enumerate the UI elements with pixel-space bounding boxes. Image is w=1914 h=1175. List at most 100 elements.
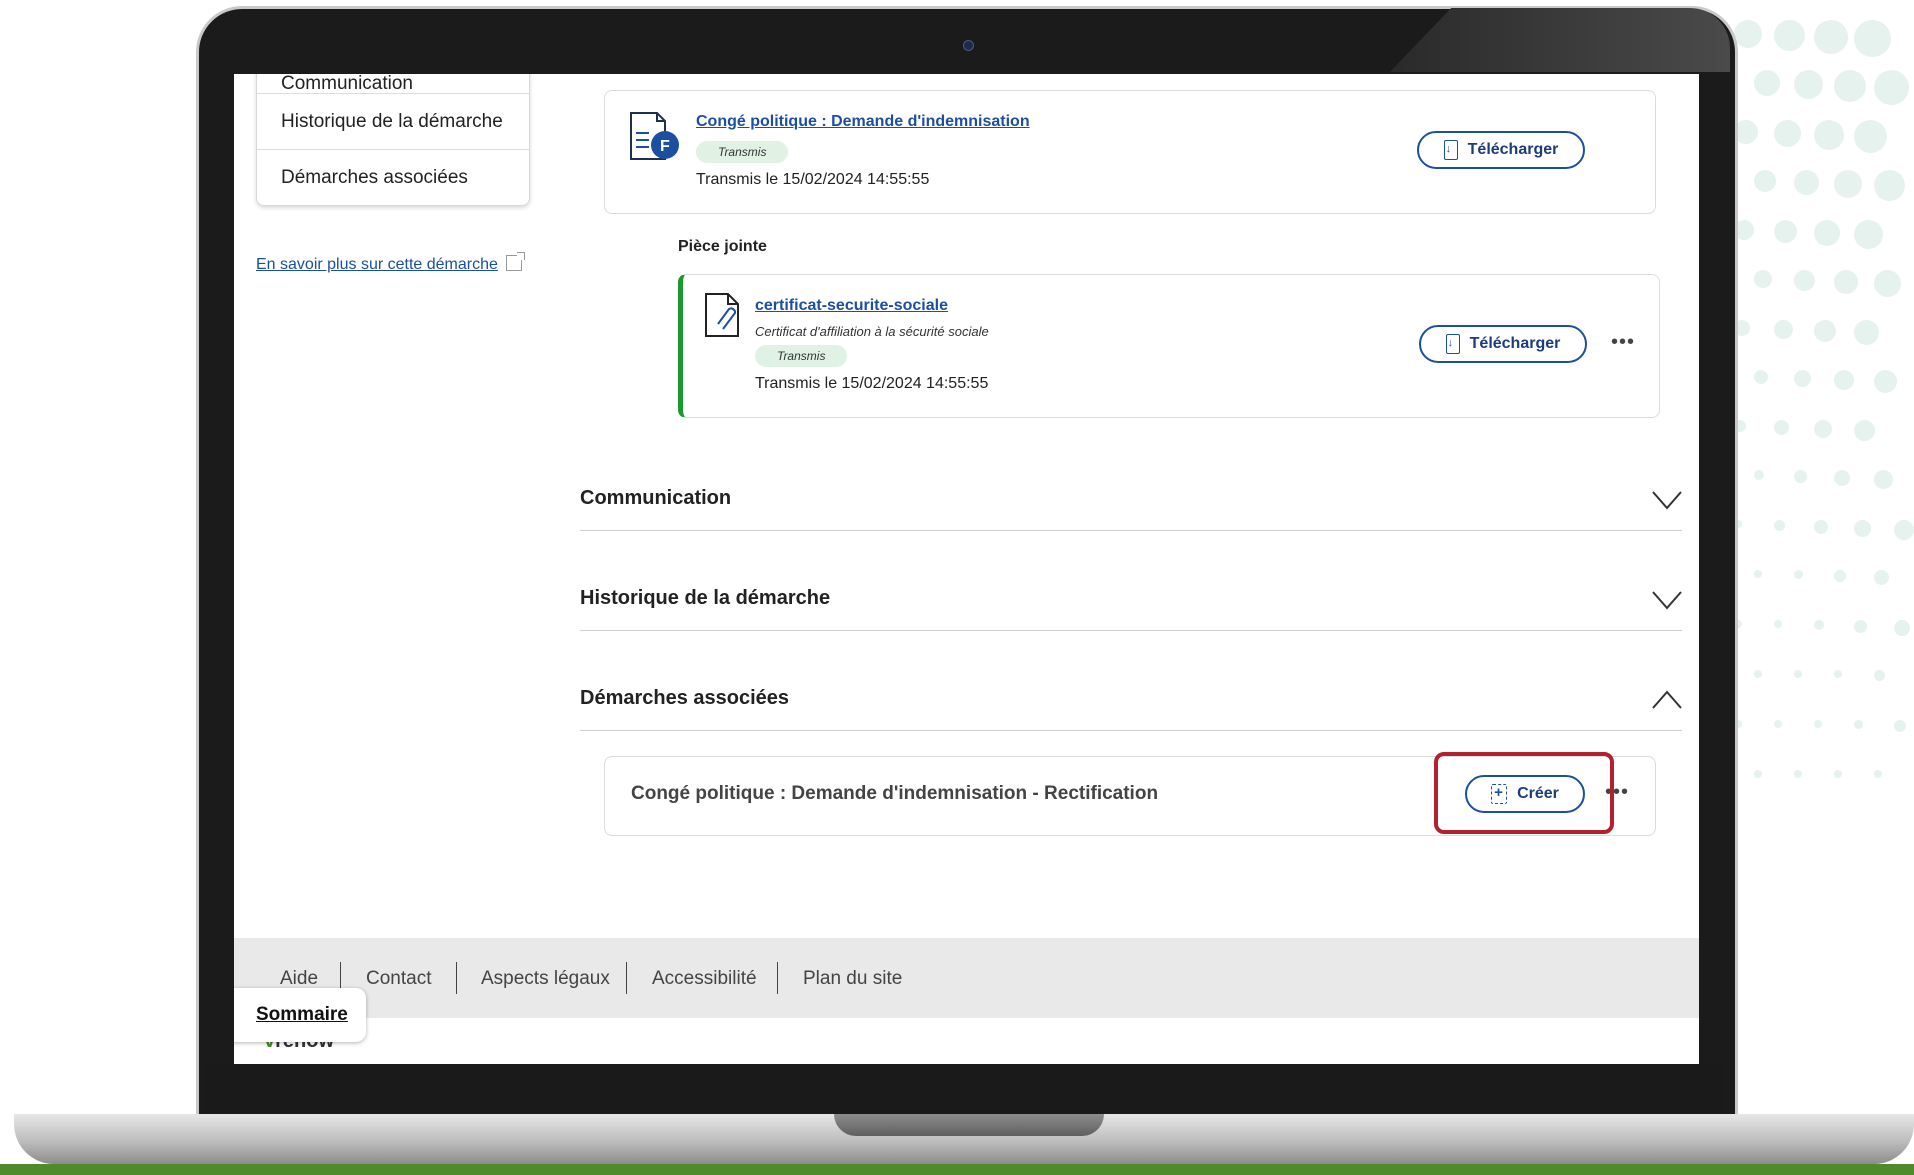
decorative-dot (1834, 670, 1842, 678)
decorative-dot (1814, 420, 1832, 438)
form-document-icon: F (630, 112, 679, 160)
decorative-dot (1774, 720, 1782, 728)
footer-link-contact[interactable]: Contact (366, 968, 431, 990)
decorative-dot (1774, 220, 1797, 243)
decorative-dot (1834, 470, 1850, 486)
decorative-dot (1814, 720, 1822, 728)
footer-link-accessibilite[interactable]: Accessibilité (652, 968, 757, 990)
footer-separator (777, 962, 778, 994)
accordion-demarches-associees[interactable]: Démarches associées (580, 630, 1682, 731)
attachment-more-menu-icon[interactable]: ••• (1611, 331, 1635, 354)
accordion-communication[interactable]: Communication (580, 430, 1682, 531)
sidenav-item-historique[interactable]: Historique de la démarche (257, 93, 529, 149)
chevron-down-icon (1652, 591, 1682, 610)
decorative-dot (1854, 620, 1867, 633)
decorative-dot (1854, 220, 1883, 249)
decorative-dot (1814, 120, 1844, 150)
decorative-dot (1754, 370, 1768, 384)
decorative-dot (1794, 670, 1802, 678)
decorative-dot (1794, 570, 1803, 579)
main-document-title[interactable]: Congé politique : Demande d'indemnisatio… (696, 113, 1030, 131)
decorative-dot (1874, 570, 1889, 585)
download-label: Télécharger (1469, 335, 1561, 352)
attachment-title[interactable]: certificat-securite-sociale (755, 297, 948, 315)
accordion-historique[interactable]: Historique de la démarche (580, 530, 1682, 631)
create-button-highlight (1434, 752, 1614, 834)
decorative-dot (1754, 770, 1762, 778)
sidenav-item-demarches-associees[interactable]: Démarches associées (257, 149, 529, 205)
download-icon (1445, 334, 1460, 354)
chevron-down-icon (1652, 491, 1682, 510)
decorative-dot (1774, 520, 1785, 531)
decorative-dot (1734, 20, 1762, 48)
decorative-dot (1814, 620, 1824, 630)
decorative-dot (1814, 220, 1840, 246)
main-document-download-button[interactable]: Télécharger (1417, 131, 1585, 169)
decorative-dot (1754, 470, 1764, 480)
decorative-dot (1794, 270, 1815, 291)
attachment-description: Certificat d'affiliation à la sécurité s… (755, 324, 989, 339)
decorative-dot (1874, 470, 1893, 489)
download-label: Télécharger (1467, 141, 1559, 158)
decorative-dot (1794, 70, 1823, 99)
accordion-label: Historique de la démarche (580, 587, 831, 609)
main-document-date: Transmis le 15/02/2024 14:55:55 (696, 171, 930, 188)
decorative-dot (1834, 170, 1862, 198)
decorative-dot (1794, 470, 1807, 483)
decorative-dot (1834, 570, 1846, 582)
decorative-dot (1894, 720, 1906, 732)
laptop-bottom-bezel (206, 1064, 1726, 1116)
footer-link-aspects-legaux[interactable]: Aspects légaux (481, 968, 610, 990)
decorative-dot (1854, 420, 1875, 441)
learn-more-link[interactable]: En savoir plus sur cette démarche (256, 252, 525, 274)
decorative-dot (1774, 320, 1793, 339)
footer-link-plan-du-site[interactable]: Plan du site (803, 968, 902, 990)
footer-link-aide[interactable]: Aide (280, 968, 318, 990)
decorative-dot (1894, 620, 1910, 636)
decorative-dot (1834, 370, 1854, 390)
decorative-dot (1754, 270, 1772, 288)
attachment-card: certificat-securite-sociale Certificat d… (678, 274, 1660, 418)
chevron-up-icon (1652, 690, 1682, 709)
decorative-dot (1874, 670, 1885, 681)
decorative-dot (1874, 70, 1909, 105)
download-icon (1443, 140, 1458, 160)
decorative-dot (1774, 20, 1805, 51)
decorative-dot (1794, 370, 1811, 387)
side-navigation: Communication Historique de la démarche … (256, 74, 530, 206)
decorative-dot (1854, 120, 1887, 153)
decorative-dot (1834, 270, 1858, 294)
attachment-download-button[interactable]: Télécharger (1419, 325, 1587, 363)
decorative-dot (1854, 320, 1879, 345)
decorative-dot (1754, 670, 1762, 678)
decorative-dot (1774, 120, 1801, 147)
decorative-dot (1814, 20, 1848, 54)
sidenav-item-communication[interactable]: Communication (257, 74, 529, 94)
learn-more-label: En savoir plus sur cette démarche (256, 256, 498, 273)
decorative-dot (1834, 70, 1866, 102)
sommaire-button[interactable]: Sommaire (234, 988, 366, 1042)
decorative-dot (1814, 520, 1828, 534)
svg-text:F: F (660, 138, 670, 155)
decorative-dot (1754, 570, 1762, 578)
decorative-dot (1854, 20, 1891, 57)
decorative-dot (1854, 720, 1863, 729)
green-bar (0, 1164, 1914, 1175)
attachment-section-label: Pièce jointe (678, 238, 767, 255)
decorative-dot (1774, 420, 1789, 435)
decorative-dot (1774, 620, 1782, 628)
decorative-dot (1894, 520, 1914, 540)
decorative-dot (1874, 770, 1882, 778)
associated-demarche-title: Congé politique : Demande d'indemnisatio… (631, 783, 1159, 804)
decorative-dot (1834, 770, 1842, 778)
decorative-dot (1874, 270, 1901, 297)
external-link-icon (505, 252, 525, 271)
footer-separator (456, 962, 457, 994)
decorative-dot (1854, 520, 1871, 537)
decorative-dot (1754, 70, 1780, 96)
decorative-dot (1874, 370, 1897, 393)
decorative-dot (1874, 170, 1905, 201)
screen: Communication Historique de la démarche … (234, 74, 1699, 1064)
main-document-card: F Congé politique : Demande d'indemnisat… (604, 90, 1656, 214)
attachment-status-badge: Transmis (755, 345, 848, 367)
